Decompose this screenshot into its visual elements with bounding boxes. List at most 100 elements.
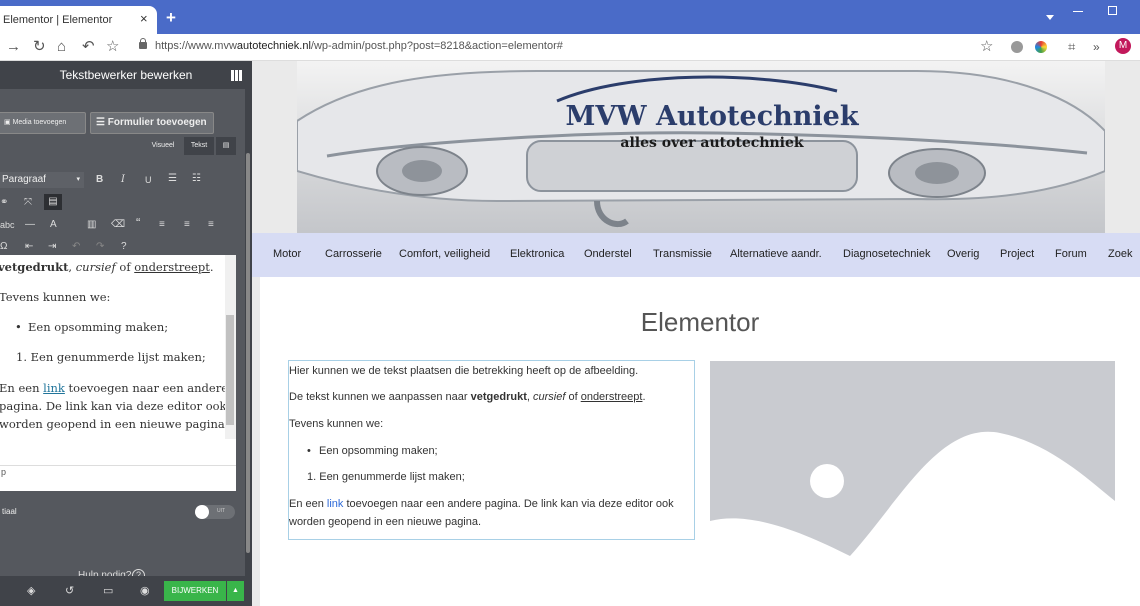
new-tab-button[interactable]: + — [166, 9, 176, 26]
main-navigation: Motor Carrosserie Comfort, veiligheid El… — [252, 233, 1140, 277]
text-color-icon[interactable]: A — [50, 219, 57, 231]
page-preview: MVW Autotechniek alles over autotechniek… — [252, 61, 1140, 606]
undo-icon[interactable]: ↶ — [82, 38, 95, 56]
crop-icon[interactable]: ⌗ — [1068, 38, 1075, 56]
avatar[interactable]: M — [1115, 38, 1131, 54]
paragraph: Hier kunnen we de tekst plaatsen die bet… — [289, 365, 639, 377]
paragraph: De tekst kunnen we aanpassen naar vetged… — [289, 391, 646, 403]
home-icon[interactable]: ⌂ — [57, 38, 66, 56]
update-button[interactable]: BIJWERKEN — [164, 581, 226, 601]
redo-icon[interactable]: ↷ — [96, 241, 104, 253]
special-character-icon[interactable]: Ω — [0, 241, 7, 253]
editor-line: pagina. De link kan via deze editor ook — [0, 399, 227, 413]
indent-icon[interactable]: ⇥ — [48, 241, 56, 253]
minimize-icon[interactable] — [1073, 11, 1083, 12]
header-banner: MVW Autotechniek alles over autotechniek — [297, 61, 1105, 233]
update-options-icon[interactable]: ▲ — [227, 581, 244, 601]
editor-link[interactable]: link — [43, 381, 65, 395]
toolbar-toggle-icon[interactable]: ▤ — [44, 194, 62, 210]
editor-line: worden geopend in een nieuwe pagina. — [0, 417, 229, 431]
browser-toolbar: → ↻ ⌂ ↶ ☆ https://www.mvwautotechniek.nl… — [0, 34, 1140, 61]
address-bar[interactable]: https://www.mvwautotechniek.nl/wp-admin/… — [130, 37, 1000, 58]
extension-color-icon[interactable] — [1035, 41, 1047, 53]
editor-line: Tevens kunnen we: — [0, 290, 111, 304]
text-editor[interactable]: vetgedrukt, cursief of onderstreept. Tev… — [0, 255, 236, 465]
browser-tab[interactable]: Elementor | Elementor — [0, 6, 157, 34]
bullet-item: • Een opsomming maken; — [307, 445, 438, 457]
bullet-list-icon[interactable]: ☰ — [168, 173, 177, 185]
toggle-knob — [195, 505, 209, 519]
history-icon[interactable]: ↺ — [65, 585, 74, 597]
format-select[interactable]: Paragraaf ▾ — [0, 172, 84, 188]
align-right-icon[interactable]: ≡ — [208, 219, 214, 231]
nav-item[interactable]: Alternatieve aandr. — [730, 248, 822, 260]
undo-icon[interactable]: ↶ — [72, 241, 80, 253]
tab-close-icon[interactable]: × — [140, 11, 148, 26]
tab-title: Elementor | Elementor — [3, 14, 113, 26]
nav-item[interactable]: Project — [1000, 248, 1034, 260]
paragraph: worden geopend in een nieuwe pagina. — [289, 516, 482, 528]
text-editor-widget[interactable]: Hier kunnen we de tekst plaatsen die bet… — [288, 360, 695, 540]
underline-icon[interactable]: U — [145, 174, 152, 186]
nav-item[interactable]: Zoek — [1108, 248, 1132, 260]
placeholder-image-icon — [710, 361, 1115, 606]
clear-formatting-icon[interactable]: ⌫ — [111, 219, 125, 231]
italic-icon[interactable]: I — [121, 174, 125, 186]
numbered-list-icon[interactable]: ☷ — [192, 173, 201, 185]
car-image: MVW Autotechniek alles over autotechniek — [297, 70, 1105, 228]
widgets-grid-icon[interactable] — [231, 70, 242, 81]
media-icon: ▣ — [4, 119, 13, 126]
tab-text[interactable]: Tekst — [184, 137, 214, 155]
numbered-item: 1. Een genummerde lijst maken; — [307, 471, 465, 483]
paragraph: Tevens kunnen we: — [289, 418, 384, 430]
nav-item[interactable]: Forum — [1055, 248, 1087, 260]
editor-scroll-thumb[interactable] — [226, 315, 234, 425]
forward-icon[interactable]: → — [6, 38, 21, 56]
blockquote-icon[interactable]: “ — [136, 216, 140, 229]
tab-visual[interactable]: Visueel — [144, 137, 182, 155]
nav-item[interactable]: Comfort, veiligheid — [399, 248, 490, 260]
panel-scroll-thumb[interactable] — [246, 153, 250, 553]
horizontal-line-icon[interactable]: — — [25, 219, 35, 231]
content-link[interactable]: link — [327, 498, 344, 510]
nav-item[interactable]: Overig — [947, 248, 979, 260]
nav-item[interactable]: Elektronica — [510, 248, 564, 260]
nav-item[interactable]: Carrosserie — [325, 248, 382, 260]
editor-line: vetgedrukt, cursief of onderstreept. — [0, 260, 214, 274]
editor-toolbar: Paragraaf ▾ B I U ☰ ☷ ⚭ ⤧ ▤ abc — A ▥ ⌫ … — [0, 159, 236, 255]
align-left-icon[interactable]: ≡ — [159, 219, 165, 231]
add-media-button[interactable]: ▣ Media toevoegen — [0, 112, 86, 134]
editor-status-path: p — [0, 465, 236, 491]
paste-text-icon[interactable]: ▥ — [87, 219, 96, 231]
outdent-icon[interactable]: ⇤ — [25, 241, 33, 253]
image-placeholder[interactable] — [710, 361, 1115, 606]
nav-item[interactable]: Diagnosetechniek — [843, 248, 930, 260]
tab-search-icon[interactable] — [1046, 15, 1054, 20]
star-icon[interactable]: ☆ — [980, 38, 993, 56]
panel-title: Tekstbewerker bewerken — [59, 68, 193, 82]
chevron-down-icon: ▾ — [76, 176, 80, 183]
link-icon[interactable]: ⚭ — [0, 197, 8, 209]
align-center-icon[interactable]: ≡ — [184, 219, 190, 231]
responsive-icon[interactable]: ▭ — [103, 585, 113, 597]
extension-abp-icon[interactable] — [1011, 41, 1023, 53]
nav-item[interactable]: Onderstel — [584, 248, 632, 260]
bookmark-star-icon[interactable]: ☆ — [106, 38, 119, 56]
add-form-button[interactable]: ☰ Formulier toevoegen — [90, 112, 214, 134]
strikethrough-icon[interactable]: abc — [0, 219, 15, 231]
drop-cap-toggle[interactable]: UIT — [195, 505, 235, 519]
bold-icon[interactable]: B — [96, 174, 103, 186]
nav-item[interactable]: Transmissie — [653, 248, 712, 260]
nav-item[interactable]: Motor — [273, 248, 301, 260]
navigator-icon[interactable]: ◈ — [27, 585, 35, 597]
maximize-icon[interactable] — [1108, 6, 1117, 15]
editor-bullet-item: • Een opsomming maken; — [15, 320, 169, 334]
preview-eye-icon[interactable]: ◉ — [140, 585, 150, 597]
extensions-menu-icon[interactable]: » — [1093, 38, 1100, 56]
lock-icon — [139, 38, 147, 49]
database-icon[interactable]: ▤ — [216, 137, 236, 155]
toggle-state: UIT — [217, 508, 226, 514]
fullscreen-icon[interactable]: ⤧ — [24, 197, 32, 209]
reload-icon[interactable]: ↻ — [33, 38, 46, 56]
help-icon[interactable]: ? — [121, 241, 127, 253]
